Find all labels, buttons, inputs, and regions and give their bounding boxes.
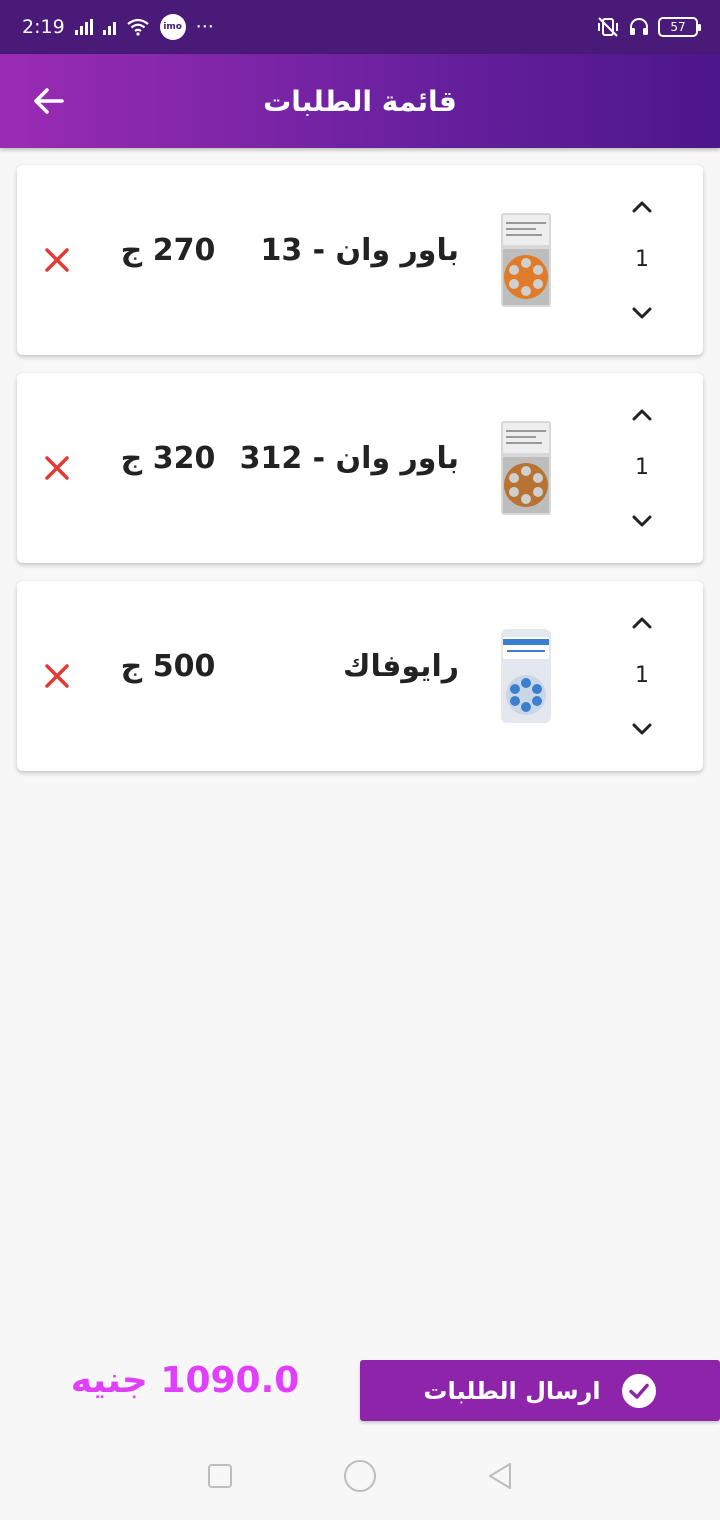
quantity-value: 1 — [635, 455, 649, 480]
cell-signal-icon — [74, 19, 93, 35]
decrease-quantity-button[interactable] — [624, 503, 660, 539]
chevron-down-icon — [632, 723, 652, 735]
home-button[interactable] — [340, 1456, 380, 1496]
increase-quantity-button[interactable] — [624, 397, 660, 433]
cart-list: 270 ج باور وان - 13 1 320 ج باور وان - 3… — [17, 165, 703, 789]
app-bar: قائمة الطلبات — [0, 54, 720, 148]
status-bar: 2:19 imo ··· 57 — [0, 0, 720, 54]
triangle-back-icon — [489, 1463, 511, 1489]
wifi-icon — [126, 18, 149, 36]
back-nav-button[interactable] — [480, 1456, 520, 1496]
quantity-stepper: 1 — [617, 189, 667, 331]
item-price: 320 ج — [120, 441, 216, 476]
increase-quantity-button[interactable] — [624, 605, 660, 641]
status-time: 2:19 — [22, 16, 65, 38]
chevron-up-icon — [632, 201, 652, 213]
imo-notification-icon: imo — [159, 14, 186, 40]
close-icon — [45, 248, 69, 272]
close-icon — [45, 664, 69, 688]
cell-signal-2-icon — [102, 19, 116, 35]
check-circle-icon — [621, 1373, 656, 1408]
recents-button[interactable] — [200, 1456, 240, 1496]
quantity-stepper: 1 — [617, 605, 667, 747]
vibrate-off-icon — [598, 17, 618, 37]
increase-quantity-button[interactable] — [624, 189, 660, 225]
square-icon — [208, 1464, 232, 1488]
submit-orders-button[interactable]: ارسال الطلبات — [360, 1360, 720, 1421]
page-title: قائمة الطلبات — [263, 84, 457, 118]
status-right: 57 — [596, 16, 701, 38]
close-icon — [45, 456, 69, 480]
product-image — [501, 421, 551, 515]
quantity-value: 1 — [635, 247, 649, 272]
product-image — [501, 213, 551, 307]
status-left: 2:19 imo ··· — [22, 14, 214, 40]
chevron-up-icon — [632, 617, 652, 629]
item-price: 500 ج — [120, 649, 216, 684]
item-name: باور وان - 312 — [239, 441, 459, 476]
back-button[interactable] — [28, 81, 68, 121]
circle-icon — [344, 1460, 376, 1492]
remove-item-button[interactable] — [41, 244, 73, 276]
order-total: 1090.0 جنيه — [70, 1360, 300, 1401]
arrow-left-icon — [34, 88, 64, 114]
chevron-up-icon — [632, 409, 652, 421]
cart-item-card: 320 ج باور وان - 312 1 — [17, 373, 703, 563]
decrease-quantity-button[interactable] — [624, 711, 660, 747]
cart-item-card: 500 ج رايوفاك 1 — [17, 581, 703, 771]
quantity-stepper: 1 — [617, 397, 667, 539]
decrease-quantity-button[interactable] — [624, 295, 660, 331]
chevron-down-icon — [632, 515, 652, 527]
remove-item-button[interactable] — [41, 660, 73, 692]
item-name: باور وان - 13 — [260, 233, 459, 268]
submit-orders-label: ارسال الطلبات — [423, 1376, 601, 1405]
remove-item-button[interactable] — [41, 452, 73, 484]
battery-icon: 57 — [658, 17, 701, 37]
headset-icon — [630, 18, 648, 35]
product-image — [501, 629, 551, 723]
system-nav-bar — [0, 1432, 720, 1520]
cart-item-card: 270 ج باور وان - 13 1 — [17, 165, 703, 355]
item-name: رايوفاك — [342, 649, 459, 684]
more-notifications-icon: ··· — [195, 16, 214, 38]
quantity-value: 1 — [635, 663, 649, 688]
chevron-down-icon — [632, 307, 652, 319]
checkout-bar: 1090.0 جنيه ارسال الطلبات — [0, 1348, 720, 1432]
item-price: 270 ج — [120, 233, 216, 268]
